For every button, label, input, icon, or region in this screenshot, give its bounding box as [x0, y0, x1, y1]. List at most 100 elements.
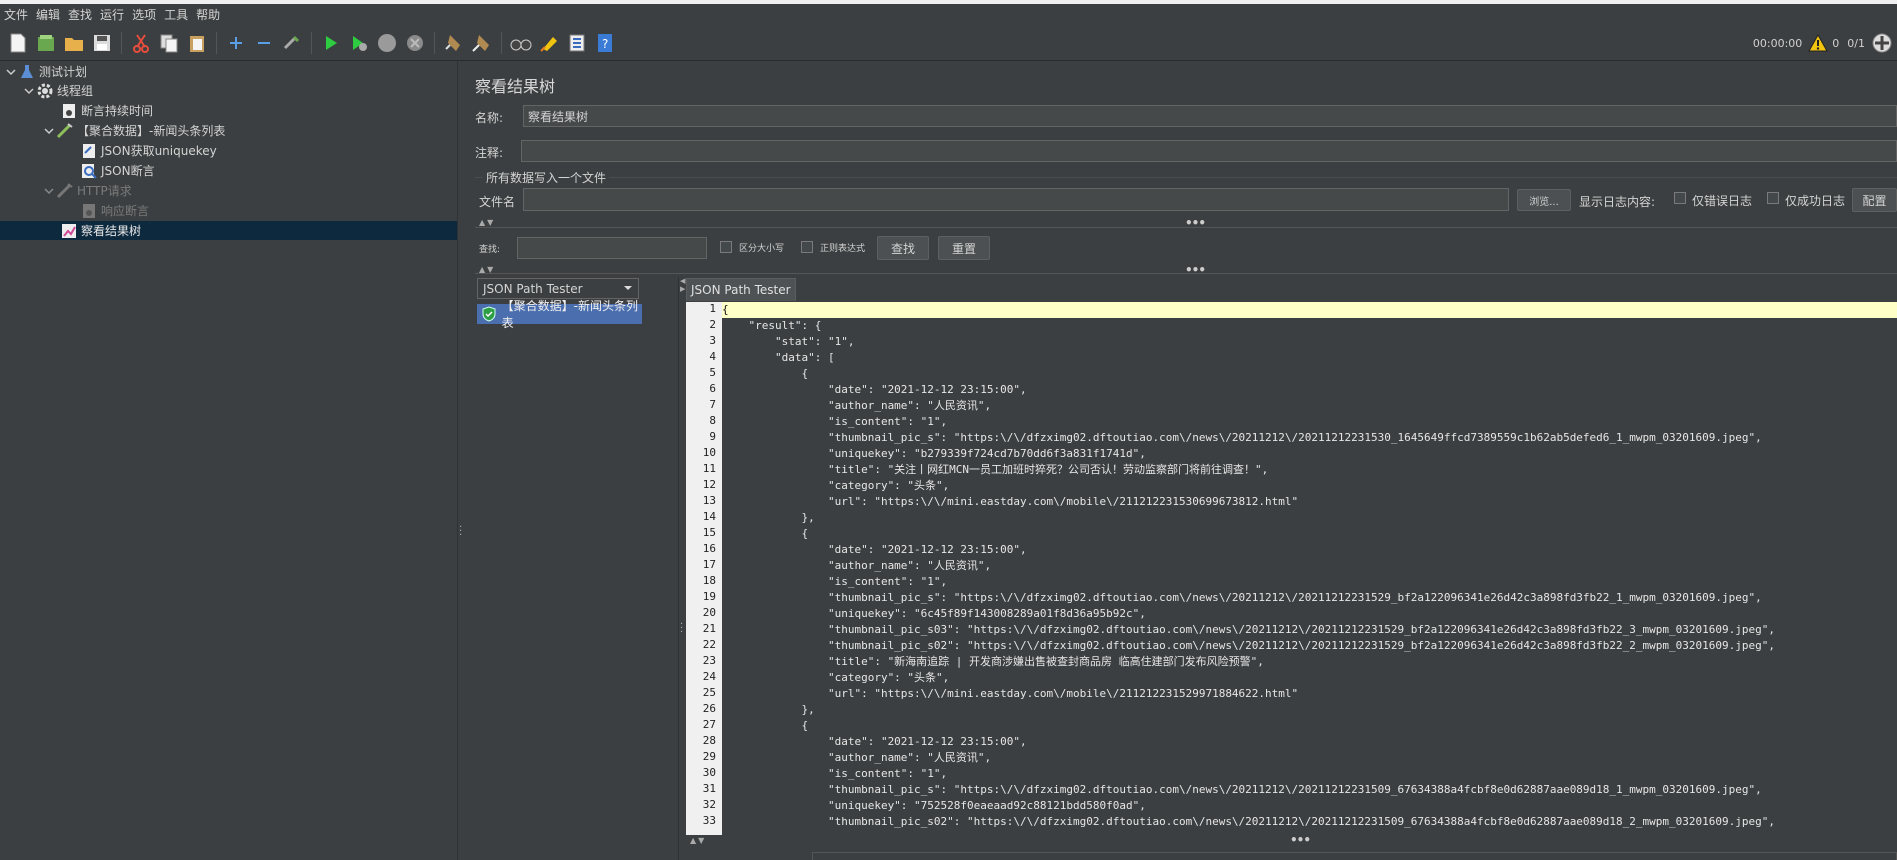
warning-icon[interactable]	[1808, 34, 1829, 52]
line-number: 31	[702, 782, 716, 795]
main-splitter[interactable]	[457, 61, 467, 860]
filename-field[interactable]	[523, 188, 1509, 211]
json-response-editor[interactable]: 1 2 3 4 5 6 7 8 9 10 11 12 13 14 15 16 17 18 19 20 21 22 23 24 2…	[686, 302, 1897, 835]
line-number: 24	[702, 670, 716, 683]
tree-node-http-request[interactable]: HTTP请求	[0, 181, 499, 200]
tree-node-test-plan[interactable]: 测试计划	[0, 62, 461, 81]
tree-node-aggregate-sampler[interactable]: 【聚合数据】-新闻头条列表	[0, 121, 499, 140]
name-field[interactable]: 察看结果树	[523, 105, 1897, 127]
remote-status-icon	[1872, 33, 1892, 53]
reset-search-icon[interactable]	[537, 31, 561, 55]
menu-search[interactable]: 查找	[64, 4, 96, 26]
templates-icon[interactable]	[34, 31, 58, 55]
code-line: "category": "头条",	[722, 671, 950, 684]
tree-node-duration-assertion[interactable]: 断言持续时间	[0, 101, 517, 120]
find-button[interactable]: 查找	[877, 236, 929, 260]
browse-button[interactable]: 浏览...	[1517, 189, 1571, 211]
line-number: 30	[702, 766, 716, 779]
errors-only-checkbox[interactable]	[1674, 192, 1686, 204]
line-number: 23	[702, 654, 716, 667]
collapse-arrows-icon[interactable]: ▲▼	[690, 836, 706, 845]
tree-node-thread-group[interactable]: 线程组	[0, 81, 479, 100]
regex-checkbox[interactable]	[801, 241, 813, 253]
code-line: "url": "https:\/\/mini.eastday.com\/mobi…	[722, 495, 1299, 508]
menu-run[interactable]: 运行	[96, 4, 128, 26]
line-number: 22	[702, 638, 716, 651]
new-icon[interactable]	[6, 31, 30, 55]
results-splitter[interactable]	[678, 277, 686, 860]
line-number: 20	[702, 606, 716, 619]
copy-icon[interactable]	[157, 31, 181, 55]
chevron-down-icon[interactable]	[22, 84, 36, 98]
line-number: 8	[709, 414, 716, 427]
json-code-area[interactable]: { "result": { "stat": "1", "data": [ { "…	[722, 302, 1897, 835]
clear-all-icon[interactable]	[470, 31, 494, 55]
code-line: "thumbnail_pic_s02": "https:\/\/dfzximg0…	[722, 815, 1775, 828]
help-icon[interactable]: ?	[593, 31, 617, 55]
splitter-handle-icon[interactable]: · · ·	[459, 523, 462, 541]
start-no-pause-icon[interactable]	[347, 31, 371, 55]
search-binoculars-icon[interactable]	[509, 31, 533, 55]
code-line: "stat": "1",	[722, 335, 855, 348]
paste-icon[interactable]	[185, 31, 209, 55]
tree-node-label: JSON断言	[101, 164, 155, 178]
toolbar: ? 00:00:00 0 0/1	[0, 26, 1897, 61]
splitter-handle-icon[interactable]: · · ·	[680, 620, 683, 638]
configure-button[interactable]: 配置	[1852, 188, 1897, 212]
menu-file[interactable]: 文件	[0, 4, 32, 26]
collapse-arrows-icon[interactable]: ▲▼	[479, 218, 495, 227]
tree-node-label: 响应断言	[101, 204, 150, 218]
collapse-left-icon[interactable]: ◀ ▶	[680, 277, 685, 293]
editor-horizontal-scroll[interactable]: ▲▼ •••	[686, 833, 1897, 860]
tab-json-path-tester[interactable]: JSON Path Tester	[686, 278, 796, 301]
tree-node-result-tree[interactable]: 察看结果树	[0, 221, 517, 240]
gear-icon	[36, 83, 54, 99]
line-number: 26	[702, 702, 716, 715]
menu-tools[interactable]: 工具	[160, 4, 192, 26]
result-list-item[interactable]: 【聚合数据】-新闻头条列表	[477, 299, 642, 330]
search-input[interactable]	[517, 237, 707, 259]
chevron-down-icon[interactable]	[4, 65, 18, 79]
reset-button[interactable]: 重置	[938, 236, 990, 260]
clear-icon[interactable]	[442, 31, 466, 55]
sampler-pen-icon	[56, 122, 74, 139]
warning-count: 0	[1832, 36, 1840, 50]
case-sensitive-checkbox[interactable]	[720, 241, 732, 253]
drag-handle-icon[interactable]: •••	[1185, 263, 1206, 277]
start-icon[interactable]	[319, 31, 343, 55]
cut-icon[interactable]	[129, 31, 153, 55]
menu-help[interactable]: 帮助	[192, 4, 224, 26]
tree-node-label: 断言持续时间	[81, 104, 154, 118]
save-icon[interactable]	[90, 31, 114, 55]
chevron-down-icon[interactable]	[42, 124, 56, 138]
chevron-down-icon[interactable]	[42, 184, 56, 198]
json-assertion-icon	[80, 163, 98, 179]
menu-options[interactable]: 选项	[128, 4, 160, 26]
code-line: "date": "2021-12-12 23:15:00",	[722, 383, 1027, 396]
code-line: "title": "新海南追踪 | 开发商涉嫌出售被查封商品房 临高住建部门发布…	[722, 655, 1264, 668]
renderer-select[interactable]: JSON Path Tester	[477, 278, 639, 299]
filename-label: 文件名	[479, 195, 516, 209]
line-number: 19	[702, 590, 716, 603]
expand-all-icon[interactable]	[224, 31, 248, 55]
elapsed-timer: 00:00:00	[1752, 36, 1803, 50]
collapse-all-icon[interactable]	[252, 31, 276, 55]
line-number: 5	[709, 366, 716, 379]
stop-icon[interactable]	[375, 31, 399, 55]
toggle-icon[interactable]	[280, 31, 304, 55]
horizontal-scrollbar[interactable]	[812, 852, 1897, 860]
code-line: "date": "2021-12-12 23:15:00",	[722, 735, 1027, 748]
menu-edit[interactable]: 编辑	[32, 4, 64, 26]
open-icon[interactable]	[62, 31, 86, 55]
shutdown-icon[interactable]	[403, 31, 427, 55]
success-only-checkbox[interactable]	[1767, 192, 1779, 204]
test-plan-tree: 测试计划 线程组 断言持续时间 【聚合数据】-新闻头条列表 JSON获取uniq…	[0, 61, 517, 860]
code-line: {	[722, 302, 1897, 318]
drag-handle-icon[interactable]: •••	[1290, 833, 1311, 847]
code-line: "category": "头条",	[722, 479, 950, 492]
search-label: 查找:	[479, 245, 501, 255]
function-helper-icon[interactable]	[565, 31, 589, 55]
comment-field[interactable]	[521, 140, 1897, 162]
line-number: 7	[709, 398, 716, 411]
result-tree-icon	[60, 223, 78, 239]
